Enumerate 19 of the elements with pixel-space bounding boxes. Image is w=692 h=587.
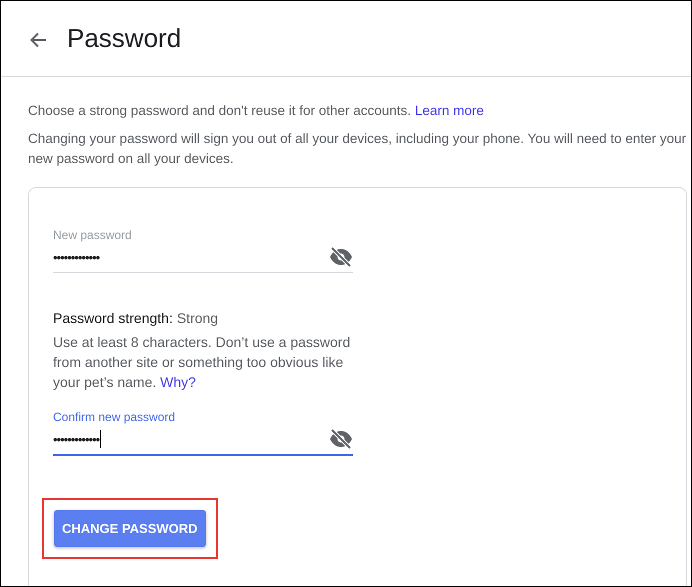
password-value: ••••••••••••• bbox=[53, 432, 100, 446]
change-password-button[interactable]: CHANGE PASSWORD bbox=[54, 510, 206, 547]
strength-value: Strong bbox=[176, 310, 218, 326]
strength-label: Password strength: bbox=[53, 310, 173, 326]
notice-text: Changing your password will sign you out of all your devices, including your phone. You will need to enter your new password on all your devices. bbox=[28, 130, 688, 168]
hidden-eye-icon[interactable] bbox=[329, 429, 353, 449]
hidden-eye-icon[interactable] bbox=[329, 247, 353, 267]
back-arrow-icon[interactable] bbox=[29, 32, 47, 48]
password-field[interactable]: New password ••••••••••••• bbox=[53, 228, 353, 273]
text-cursor bbox=[100, 430, 102, 448]
learn-more-link[interactable]: Learn more bbox=[414, 103, 484, 118]
intro-text: Choose a strong password and don't reuse it for other accounts. Learn more bbox=[28, 102, 485, 120]
password-value: ••••••••••••• bbox=[53, 250, 100, 264]
why-link[interactable]: Why? bbox=[160, 374, 196, 390]
confirm-password-field[interactable]: Confirm new password ••••••••••••• bbox=[53, 410, 353, 456]
field-label: Confirm new password bbox=[53, 410, 176, 424]
field-label: New password bbox=[53, 228, 133, 242]
page-title: Password bbox=[67, 23, 182, 54]
password-hint: Use at least 8 characters. Don’t use a password from another site or something too obvious like your pet’s name. Why? bbox=[53, 333, 352, 392]
